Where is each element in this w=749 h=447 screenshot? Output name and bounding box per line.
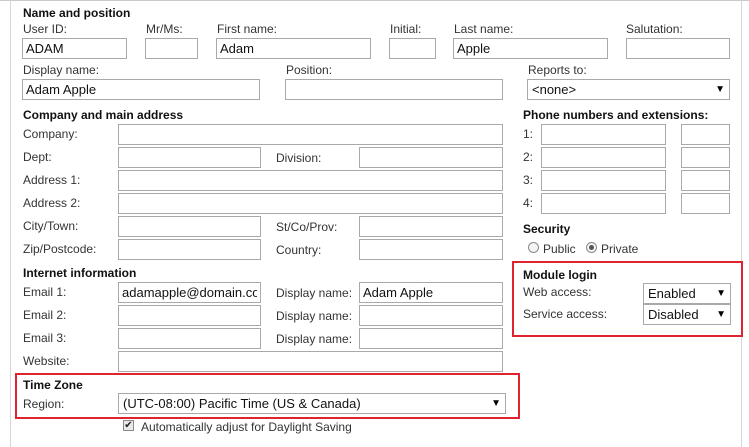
website-input[interactable] (118, 351, 503, 372)
company-input[interactable] (118, 124, 503, 145)
region-label: Region: (23, 397, 65, 411)
reports-to-label: Reports to: (528, 63, 587, 77)
section-heading-phones: Phone numbers and extensions: (523, 108, 709, 122)
state-input[interactable] (359, 216, 503, 237)
phone-extension-input[interactable] (681, 124, 730, 145)
display-name2-input[interactable] (359, 305, 503, 326)
phone-row-label: 1: (523, 127, 534, 141)
country-input[interactable] (359, 239, 503, 260)
section-heading-internet: Internet information (23, 266, 137, 280)
country-label: Country: (276, 243, 322, 257)
dst-label: Automatically adjust for Daylight Saving (141, 420, 352, 434)
dropdown-arrow-icon: ▼ (716, 309, 726, 320)
salutation-input[interactable] (626, 38, 730, 59)
phone-row-label: 4: (523, 196, 534, 210)
phone-extension-input[interactable] (681, 193, 730, 214)
email3-input[interactable] (118, 328, 261, 349)
division-label: Division: (276, 151, 322, 165)
website-label: Website: (23, 354, 70, 368)
display-name-input[interactable] (22, 79, 260, 100)
last-name-input[interactable] (453, 38, 608, 59)
frame-left-border (10, 0, 11, 447)
phone-number-input[interactable] (541, 193, 666, 214)
display-name3-input[interactable] (359, 328, 503, 349)
first-name-label: First name: (217, 22, 278, 36)
position-label: Position: (286, 63, 333, 77)
display-name3-label: Display name: (276, 332, 353, 346)
phone-row-label: 3: (523, 173, 534, 187)
first-name-input[interactable] (216, 38, 371, 59)
state-label: St/Co/Prov: (276, 220, 338, 234)
section-heading-company: Company and main address (23, 108, 184, 122)
zip-input[interactable] (118, 239, 261, 260)
division-input[interactable] (359, 147, 503, 168)
section-heading-module-login: Module login (523, 268, 597, 282)
reports-to-value: <none> (532, 82, 577, 97)
display-name1-label: Display name: (276, 286, 353, 300)
phone-number-input[interactable] (541, 124, 666, 145)
display-name1-input[interactable] (359, 282, 503, 303)
initial-input[interactable] (389, 38, 436, 59)
dst-checkbox[interactable]: ✔ (123, 420, 134, 431)
service-access-select[interactable]: Disabled ▼ (643, 304, 731, 325)
web-access-value: Enabled (648, 286, 696, 301)
email1-label: Email 1: (23, 285, 67, 299)
address2-label: Address 2: (23, 196, 81, 210)
security-private-label: Private (601, 242, 639, 256)
security-private-radio[interactable] (586, 242, 597, 253)
dept-label: Dept: (23, 150, 52, 164)
region-select[interactable]: (UTC-08:00) Pacific Time (US & Canada) ▼ (118, 393, 506, 414)
address1-label: Address 1: (23, 173, 81, 187)
display-name-label: Display name: (23, 63, 100, 77)
phone-number-input[interactable] (541, 147, 666, 168)
last-name-label: Last name: (454, 22, 514, 36)
dropdown-arrow-icon: ▼ (715, 84, 725, 95)
dropdown-arrow-icon: ▼ (716, 288, 726, 299)
section-heading-security: Security (523, 222, 571, 236)
dept-input[interactable] (118, 147, 261, 168)
section-heading-name-position: Name and position (23, 6, 131, 20)
region-value: (UTC-08:00) Pacific Time (US & Canada) (123, 396, 361, 411)
security-public-radio[interactable] (528, 242, 539, 253)
city-input[interactable] (118, 216, 261, 237)
section-heading-time-zone: Time Zone (23, 378, 83, 392)
frame-top-border (0, 0, 749, 1)
phone-row-label: 2: (523, 150, 534, 164)
address2-input[interactable] (118, 193, 503, 214)
reports-to-select[interactable]: <none> ▼ (527, 79, 730, 100)
email2-input[interactable] (118, 305, 261, 326)
zip-label: Zip/Postcode: (23, 242, 97, 256)
salutation-label: Salutation: (626, 22, 683, 36)
initial-label: Initial: (390, 22, 422, 36)
phone-extension-input[interactable] (681, 147, 730, 168)
user-id-label: User ID: (23, 22, 68, 36)
address1-input[interactable] (118, 170, 503, 191)
display-name2-label: Display name: (276, 309, 353, 323)
position-input[interactable] (285, 79, 503, 100)
email3-label: Email 3: (23, 331, 67, 345)
web-access-select[interactable]: Enabled ▼ (643, 283, 731, 304)
email1-input[interactable] (118, 282, 261, 303)
frame-right-border (741, 0, 742, 447)
company-label: Company: (23, 127, 78, 141)
phone-extension-input[interactable] (681, 170, 730, 191)
email2-label: Email 2: (23, 308, 67, 322)
service-access-value: Disabled (648, 307, 699, 322)
user-id-input[interactable] (22, 38, 127, 59)
security-public-label: Public (543, 242, 576, 256)
phone-number-input[interactable] (541, 170, 666, 191)
mrms-input[interactable] (145, 38, 198, 59)
web-access-label: Web access: (523, 285, 592, 299)
service-access-label: Service access: (523, 307, 608, 321)
mrms-label: Mr/Ms: (146, 22, 183, 36)
dropdown-arrow-icon: ▼ (491, 398, 501, 409)
city-label: City/Town: (23, 219, 79, 233)
